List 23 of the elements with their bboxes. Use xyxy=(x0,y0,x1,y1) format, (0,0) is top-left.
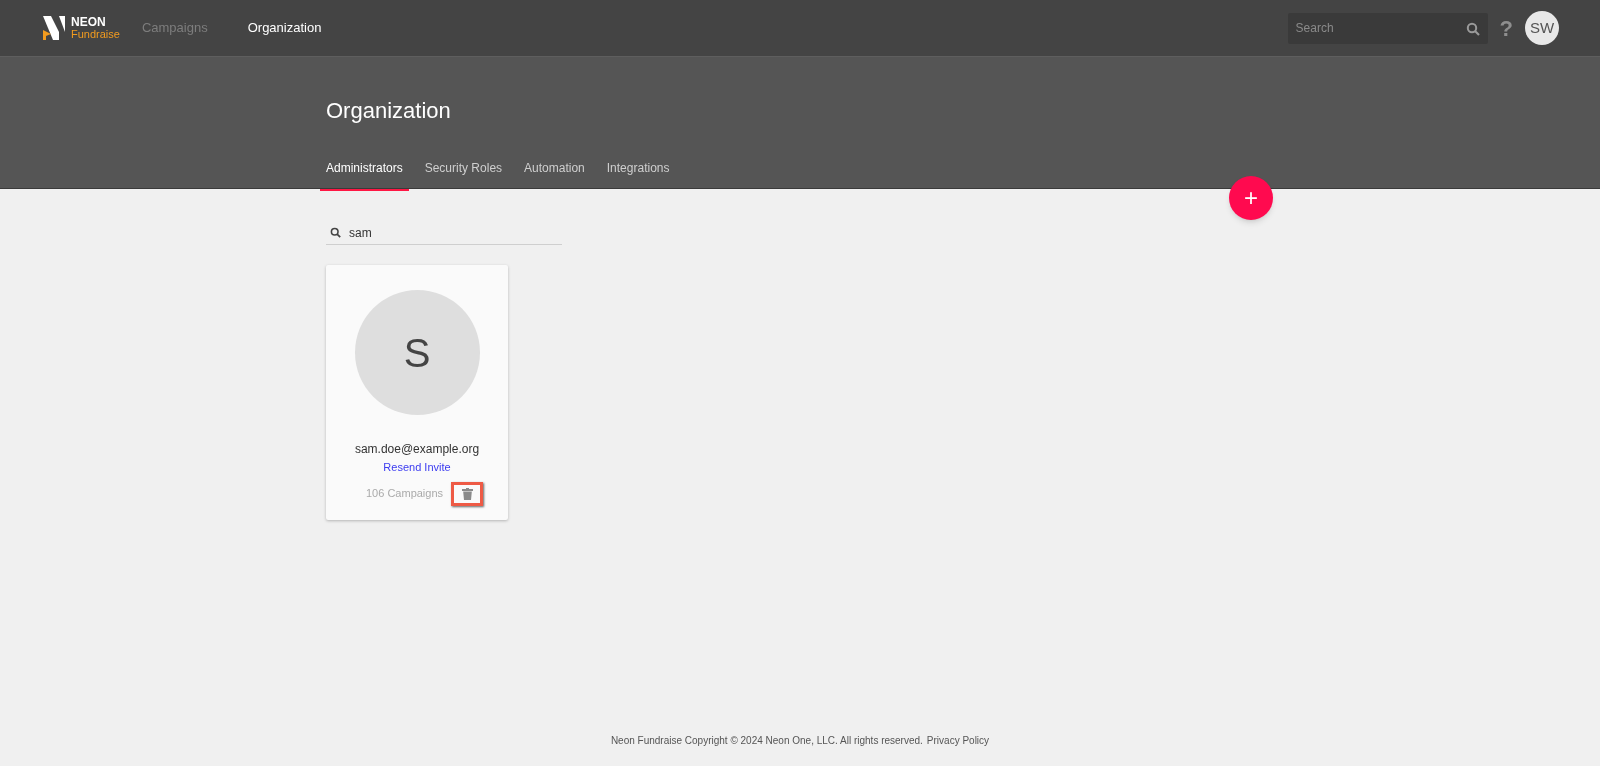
resend-invite-link[interactable]: Resend Invite xyxy=(383,459,451,476)
page-title: Organization xyxy=(326,97,451,125)
privacy-policy-link[interactable]: Privacy Policy xyxy=(926,733,990,748)
logo-subtext: Fundraise xyxy=(71,28,120,40)
admin-email: sam.doe@example.org xyxy=(354,441,480,458)
nav-link[interactable]: Organization xyxy=(243,18,326,38)
tab[interactable]: Automation xyxy=(518,155,591,191)
filter-field[interactable]: sam xyxy=(349,223,558,242)
trash-icon xyxy=(461,487,473,500)
tab[interactable]: Administrators xyxy=(320,155,409,191)
logo-text: NEON xyxy=(71,16,107,28)
logo[interactable]: NEON Fundraise xyxy=(41,14,120,42)
add-button[interactable]: + xyxy=(1229,176,1273,220)
tab[interactable]: Integrations xyxy=(600,155,676,191)
copyright-text: Neon Fundraise Copyright © 2024 Neon One, LLC. All rights reserved. xyxy=(610,734,923,748)
delete-button[interactable] xyxy=(451,481,484,506)
user-avatar[interactable]: SW xyxy=(1525,11,1559,45)
logo-icon xyxy=(41,14,67,42)
search-icon xyxy=(1465,21,1480,36)
tab[interactable]: Security Roles xyxy=(418,155,509,191)
search-field[interactable]: Search xyxy=(1287,12,1488,44)
campaign-count: 106 Campaigns xyxy=(366,486,444,502)
search-icon xyxy=(330,227,341,238)
